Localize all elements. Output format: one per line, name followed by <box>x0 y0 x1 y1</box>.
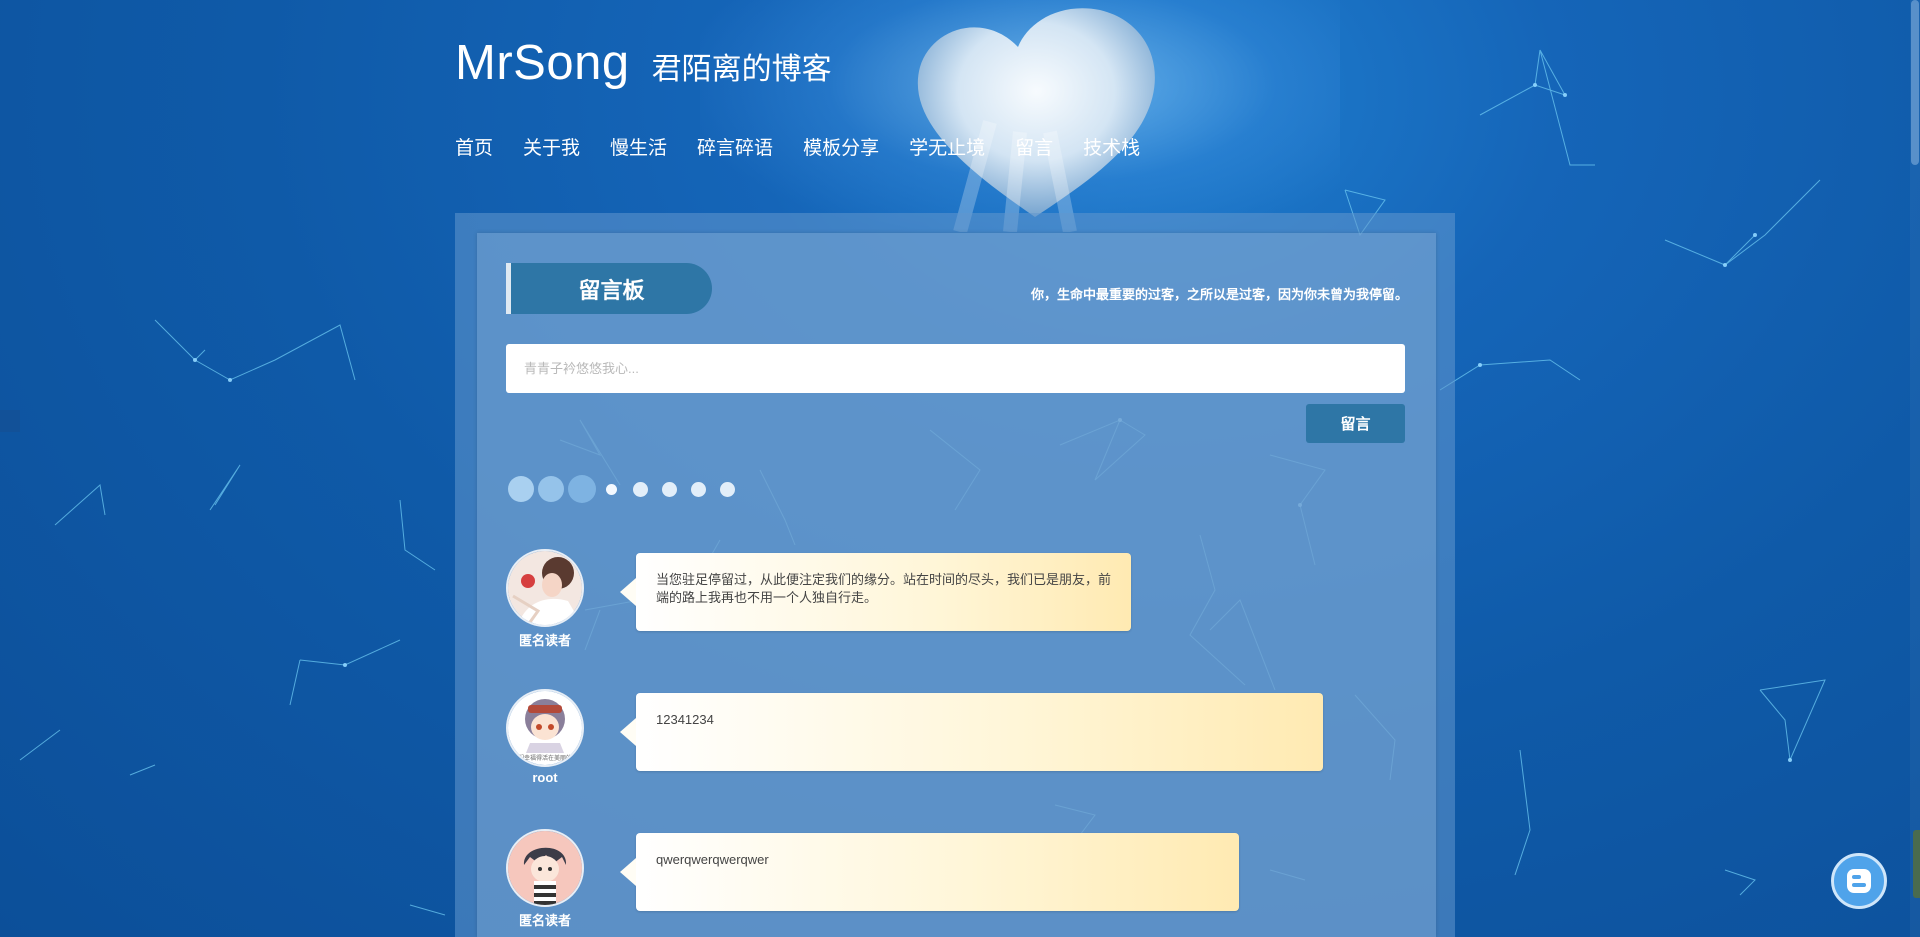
nav-item-home[interactable]: 首页 <box>455 133 493 160</box>
loading-dot <box>691 481 706 497</box>
avatar <box>506 549 584 627</box>
brand: MrSong 君陌离的博客 <box>455 35 1455 91</box>
site-subtitle: 君陌离的博客 <box>651 53 832 86</box>
loading-dots <box>508 475 743 503</box>
nav-item-about[interactable]: 关于我 <box>523 133 580 160</box>
loading-dot <box>662 481 677 497</box>
message-input[interactable] <box>506 344 1405 393</box>
anime-avatar-icon: 让我们幸福得活在美丽的人世 <box>508 691 582 765</box>
guestbook-title: 留言板 <box>506 263 712 314</box>
comment-author: root <box>532 770 558 785</box>
nav-item-notes[interactable]: 碎言碎语 <box>697 133 773 160</box>
boy-avatar-icon <box>508 831 582 905</box>
scrollbar-thumb[interactable] <box>1911 0 1919 165</box>
submit-message-button[interactable]: 留言 <box>1306 404 1405 443</box>
side-widget-tab[interactable] <box>1913 830 1920 898</box>
nav-item-templates[interactable]: 模板分享 <box>803 133 879 160</box>
nav-item-learning[interactable]: 学无止境 <box>909 133 985 160</box>
girl-avatar-icon <box>508 551 582 625</box>
left-edge-tab[interactable] <box>0 410 20 432</box>
avatar: 让我们幸福得活在美丽的人世 <box>506 689 584 767</box>
loading-dot <box>720 481 735 497</box>
nav-item-slow-life[interactable]: 慢生活 <box>610 133 667 160</box>
nav-item-guestbook[interactable]: 留言 <box>1015 133 1053 160</box>
comment-bubble: qwerqwerqwerqwer <box>620 833 1239 911</box>
comment-bubble: 当您驻足停留过，从此便注定我们的缘分。站在时间的尽头，我们已是朋友，前端的路上我… <box>620 553 1131 631</box>
comment-text: qwerqwerqwerqwer <box>656 852 769 867</box>
site-header: MrSong 君陌离的博客 <box>455 35 1455 91</box>
loading-dot <box>633 481 648 497</box>
site-name[interactable]: MrSong <box>455 35 630 91</box>
comment-bubble: 12341234 <box>620 693 1323 771</box>
comment-author: 匿名读者 <box>518 913 571 928</box>
blogger-icon <box>1847 869 1871 893</box>
avatar <box>506 829 584 907</box>
main-nav: 首页 关于我 慢生活 碎言碎语 模板分享 学无止境 留言 技术栈 <box>455 133 1170 160</box>
loading-dot <box>568 475 596 503</box>
loading-dot <box>606 483 617 495</box>
comment-text: 12341234 <box>656 712 714 727</box>
comment-text: 当您驻足停留过，从此便注定我们的缘分。站在时间的尽头，我们已是朋友，前端的路上我… <box>656 572 1112 605</box>
nav-item-tech-stack[interactable]: 技术栈 <box>1083 133 1140 160</box>
guestbook-motto: 你，生命中最重要的过客，之所以是过客，因为你未曾为我停留。 <box>1030 288 1408 303</box>
loading-dot <box>538 476 564 502</box>
comment-author: 匿名读者 <box>518 633 571 648</box>
loading-dot <box>508 476 534 502</box>
blogger-float-button[interactable] <box>1831 853 1887 909</box>
